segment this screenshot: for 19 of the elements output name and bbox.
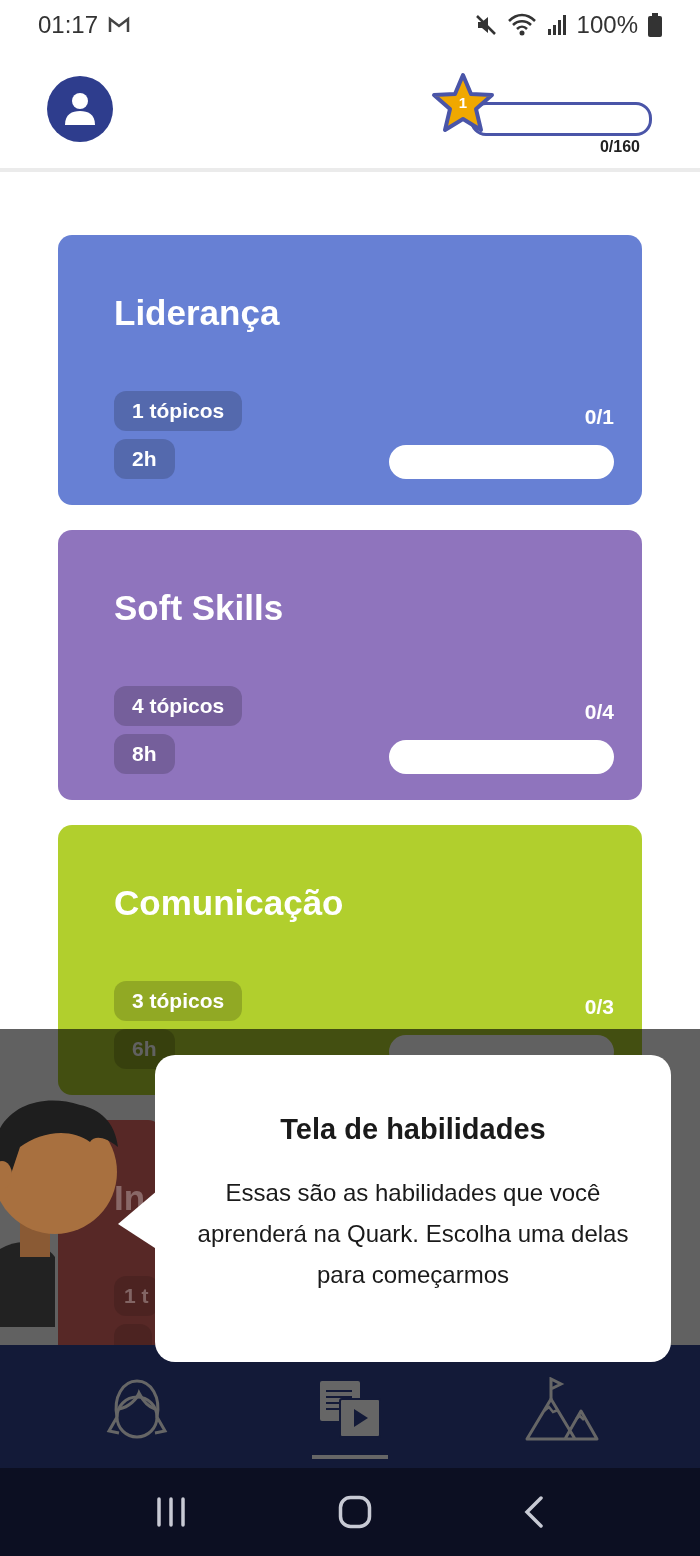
battery-percent: 100% (576, 11, 638, 39)
topics-tag: 1 tópicos (114, 391, 243, 431)
duration-tag: 2h (114, 439, 175, 479)
progress-count: 0/1 (584, 405, 614, 429)
duration-tag: 8h (114, 734, 175, 774)
skill-title: Comunicação (114, 883, 344, 923)
tour-text: Essas são as habilidades que você aprenderá na Quark. Escolha uma delas para começarmos (196, 1178, 630, 1290)
progress-count: 0/4 (584, 700, 614, 724)
skill-title: Liderança (114, 293, 280, 333)
topics-tag: 4 tópicos (114, 686, 243, 726)
xp-count: 0/160 (599, 138, 640, 156)
skill-card[interactable]: Liderança 1 tópicos 2h 0/1 (58, 235, 642, 505)
progress-count: 0/3 (584, 995, 614, 1019)
skill-card[interactable]: Soft Skills 4 tópicos 8h 0/4 (58, 530, 642, 800)
topics-tag: 3 tópicos (114, 981, 243, 1021)
skill-title: Soft Skills (114, 588, 284, 628)
status-time: 01:17 (38, 11, 99, 39)
tour-title: Tela de habilidades (279, 1113, 547, 1146)
level-number: 1 (457, 94, 469, 111)
